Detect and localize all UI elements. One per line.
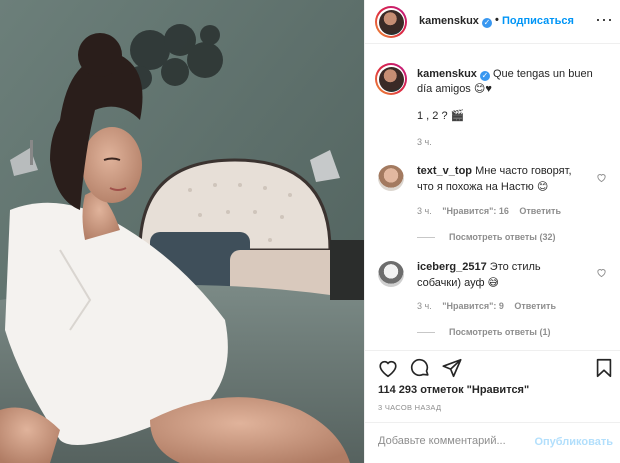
replies-line bbox=[417, 237, 435, 239]
photo-illustration bbox=[0, 0, 364, 463]
publish-button[interactable]: Опубликовать bbox=[534, 436, 613, 448]
follow-button[interactable]: Подписаться bbox=[502, 15, 574, 27]
view-replies-label[interactable]: Посмотреть ответы (1) bbox=[449, 327, 550, 337]
bookmark-icon[interactable] bbox=[593, 357, 615, 379]
verified-badge-icon: ✓ bbox=[481, 18, 492, 28]
view-replies[interactable]: Посмотреть ответы (1) bbox=[417, 327, 550, 337]
post-timestamp[interactable]: 3 ЧАСОВ НАЗАД bbox=[378, 403, 441, 412]
comment-reply-button[interactable]: Ответить bbox=[514, 301, 556, 311]
heart-icon[interactable] bbox=[377, 357, 399, 379]
comment-time[interactable]: 3 ч. bbox=[417, 206, 432, 216]
add-comment-bar: Опубликовать bbox=[365, 422, 620, 463]
comment-like-heart-icon[interactable] bbox=[596, 172, 607, 183]
author-username-text[interactable]: kamenskux bbox=[419, 15, 479, 27]
caption-avatar[interactable] bbox=[375, 63, 407, 95]
more-options-icon[interactable]: ··· bbox=[595, 10, 613, 28]
comments-list[interactable]: kamenskux ✓ Que tengas un buen día amigos… bbox=[365, 45, 620, 350]
post-photo[interactable] bbox=[0, 0, 364, 463]
author-avatar[interactable] bbox=[375, 6, 407, 38]
comment-time[interactable]: 3 ч. bbox=[417, 301, 432, 311]
post-header: kamenskux ✓ • Подписаться ··· bbox=[365, 0, 620, 44]
comment-username[interactable]: text_v_top bbox=[417, 165, 472, 177]
action-bar bbox=[365, 350, 620, 386]
comment-meta: 3 ч. "Нравится": 9 Ответить bbox=[417, 301, 564, 311]
instagram-post: kamenskux ✓ • Подписаться ··· kamenskux ✓ … bbox=[0, 0, 620, 463]
caption-username[interactable]: kamenskux bbox=[417, 68, 477, 80]
view-replies[interactable]: Посмотреть ответы (32) bbox=[417, 232, 555, 242]
comment-meta: 3 ч. "Нравится": 16 Ответить bbox=[417, 206, 569, 216]
author-username[interactable]: kamenskux ✓ bbox=[419, 15, 492, 28]
caption-line-2: 1 , 2 ? 🎬 bbox=[417, 110, 465, 122]
comment-text: text_v_top Мне часто говорят, что я похо… bbox=[417, 163, 587, 195]
replies-line bbox=[417, 332, 435, 334]
view-replies-label[interactable]: Посмотреть ответы (32) bbox=[449, 232, 555, 242]
comment-likes[interactable]: "Нравится": 9 bbox=[442, 301, 504, 311]
comment-username[interactable]: iceberg_2517 bbox=[417, 261, 487, 273]
separator-dot: • bbox=[495, 14, 499, 26]
verified-badge-icon: ✓ bbox=[479, 71, 490, 81]
comment-reply-button[interactable]: Ответить bbox=[519, 206, 561, 216]
caption: kamenskux ✓ Que tengas un buen día amigos… bbox=[417, 67, 607, 97]
share-icon[interactable] bbox=[441, 357, 463, 379]
likes-count[interactable]: 114 293 отметок "Нравится" bbox=[378, 384, 529, 396]
comment-like-heart-icon[interactable] bbox=[596, 267, 607, 278]
post-side-panel: kamenskux ✓ • Подписаться ··· kamenskux ✓ … bbox=[364, 0, 620, 463]
comment-avatar[interactable] bbox=[378, 165, 404, 191]
comment-icon[interactable] bbox=[409, 357, 431, 379]
caption-time[interactable]: 3 ч. bbox=[417, 137, 432, 147]
comment-text: iceberg_2517 Это стиль собачки) ауф 😅 bbox=[417, 259, 587, 291]
comment-likes[interactable]: "Нравится": 16 bbox=[442, 206, 509, 216]
comment-avatar[interactable] bbox=[378, 261, 404, 287]
comment-input[interactable] bbox=[378, 435, 528, 447]
